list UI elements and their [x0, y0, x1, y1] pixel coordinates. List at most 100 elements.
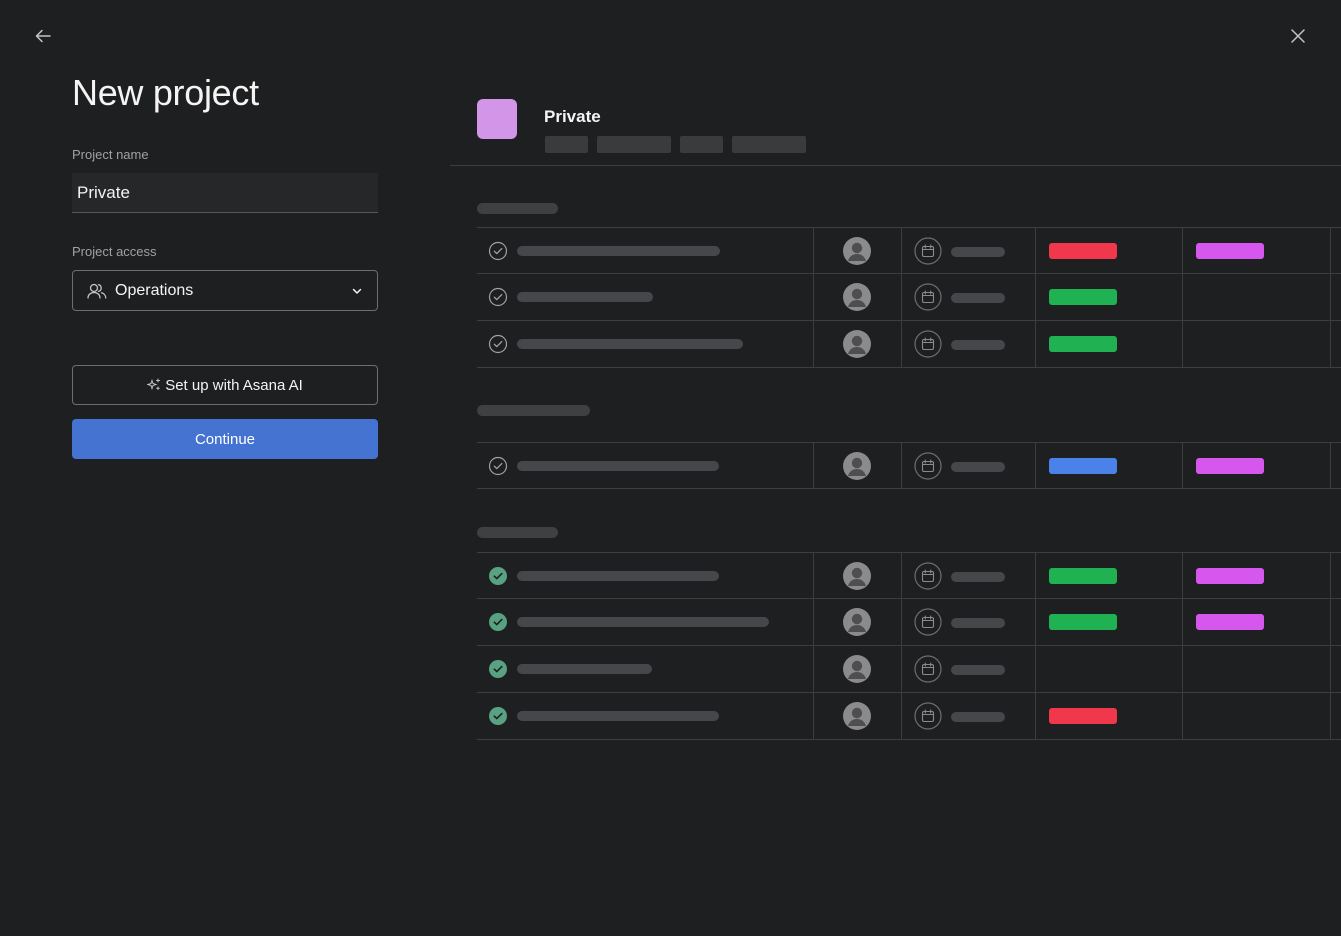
column-divider	[1330, 274, 1331, 320]
column-divider	[901, 228, 902, 273]
task-name-placeholder	[517, 461, 719, 471]
task-name-placeholder	[517, 339, 743, 349]
avatar-icon	[843, 608, 871, 636]
setup-with-ai-button[interactable]: Set up with Asana AI	[72, 365, 378, 405]
project-name-label: Project name	[72, 147, 149, 162]
column-divider	[901, 646, 902, 692]
column-divider	[1035, 321, 1036, 367]
checkmark-done-icon	[488, 566, 508, 586]
column-divider	[1182, 693, 1183, 739]
calendar-icon	[914, 330, 942, 358]
column-divider	[1182, 274, 1183, 320]
setup-with-ai-label: Set up with Asana AI	[165, 376, 303, 394]
checkmark-done-icon	[488, 612, 508, 632]
column-divider	[1182, 553, 1183, 598]
due-date-placeholder	[951, 293, 1005, 303]
column-divider	[1182, 321, 1183, 367]
task-row	[477, 274, 1341, 321]
task-name-placeholder	[517, 571, 719, 581]
avatar-icon	[843, 237, 871, 265]
project-access-value: Operations	[115, 281, 194, 299]
column-divider	[1182, 646, 1183, 692]
section-header-placeholder	[477, 405, 590, 416]
column-divider	[1035, 228, 1036, 273]
checkmark-icon	[488, 456, 508, 476]
project-access-select[interactable]: Operations	[72, 270, 378, 311]
due-date-placeholder	[951, 340, 1005, 350]
avatar-icon	[843, 283, 871, 311]
column-divider	[1182, 599, 1183, 645]
checkmark-done-icon	[488, 706, 508, 726]
due-date-placeholder	[951, 712, 1005, 722]
tag-pink	[1196, 458, 1264, 474]
tag-pink	[1196, 568, 1264, 584]
tag-green	[1049, 336, 1117, 352]
column-divider	[813, 443, 814, 488]
section-header-placeholder	[477, 203, 558, 214]
column-divider	[1035, 274, 1036, 320]
tag-blue	[1049, 458, 1117, 474]
task-name-placeholder	[517, 246, 720, 256]
tag-pink	[1196, 243, 1264, 259]
column-divider	[1182, 228, 1183, 273]
continue-label: Continue	[194, 430, 256, 448]
column-divider	[1330, 228, 1331, 273]
continue-button[interactable]: Continue	[72, 419, 378, 459]
new-project-dialog: New project Project name Project access …	[0, 0, 1341, 936]
column-divider	[1330, 553, 1331, 598]
checkmark-icon	[488, 241, 508, 261]
due-date-placeholder	[951, 247, 1005, 257]
column-divider	[813, 228, 814, 273]
preview-project-name: Private	[544, 107, 601, 126]
column-divider	[1035, 553, 1036, 598]
calendar-icon	[914, 452, 942, 480]
calendar-icon	[914, 608, 942, 636]
column-divider	[901, 553, 902, 598]
task-row	[477, 599, 1341, 646]
task-row	[477, 552, 1341, 599]
arrow-left-icon	[35, 29, 51, 43]
column-divider	[901, 274, 902, 320]
column-divider	[1035, 693, 1036, 739]
avatar-icon	[843, 330, 871, 358]
back-button[interactable]	[31, 24, 55, 48]
project-name-input[interactable]	[72, 173, 378, 213]
calendar-icon	[914, 283, 942, 311]
column-divider	[1330, 443, 1331, 488]
avatar-icon	[843, 655, 871, 683]
column-divider	[901, 599, 902, 645]
column-divider	[901, 443, 902, 488]
people-icon	[87, 282, 107, 300]
task-row	[477, 693, 1341, 740]
preview-header-divider	[450, 165, 1341, 166]
task-name-placeholder	[517, 292, 653, 302]
column-divider	[1035, 599, 1036, 645]
tag-green	[1049, 614, 1117, 630]
calendar-icon	[914, 702, 942, 730]
page-title: New project	[72, 72, 259, 113]
section-header-placeholder	[477, 527, 558, 538]
column-divider	[1330, 599, 1331, 645]
avatar-icon	[843, 702, 871, 730]
task-name-placeholder	[517, 711, 719, 721]
calendar-icon	[914, 237, 942, 265]
calendar-icon	[914, 562, 942, 590]
task-row	[477, 227, 1341, 274]
calendar-icon	[914, 655, 942, 683]
column-divider	[1035, 646, 1036, 692]
project-color-swatch	[477, 99, 517, 139]
project-preview: Private	[450, 0, 1341, 936]
checkmark-icon	[488, 334, 508, 354]
tag-green	[1049, 289, 1117, 305]
project-access-label: Project access	[72, 244, 157, 259]
column-divider	[901, 321, 902, 367]
task-row	[477, 646, 1341, 693]
checkmark-done-icon	[488, 659, 508, 679]
tag-red	[1049, 708, 1117, 724]
column-divider	[813, 599, 814, 645]
tag-green	[1049, 568, 1117, 584]
column-divider	[813, 321, 814, 367]
chevron-down-icon	[351, 285, 363, 297]
column-divider	[813, 274, 814, 320]
tab-placeholder	[545, 136, 588, 153]
